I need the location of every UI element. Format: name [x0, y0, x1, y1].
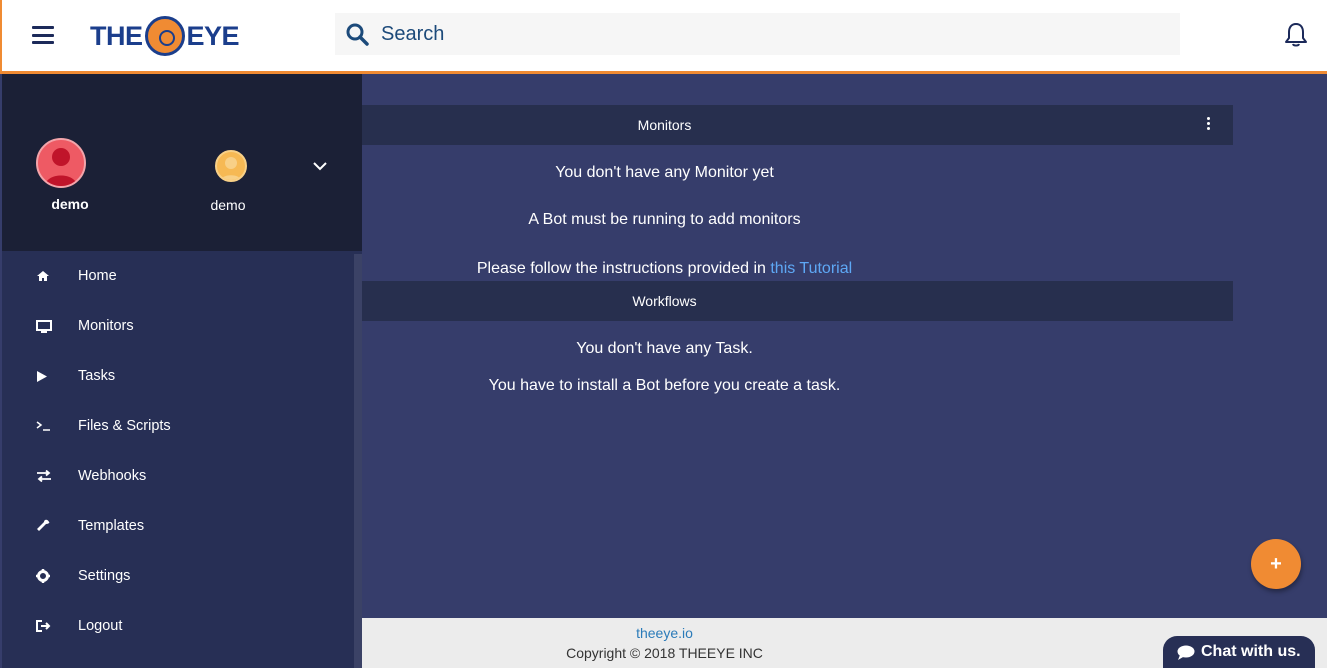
- sign-out-icon: [36, 620, 51, 632]
- exchange-icon: [37, 470, 51, 482]
- sidebar-item-label: Templates: [78, 518, 145, 534]
- terminal-icon: [36, 421, 50, 431]
- profile-panel: demo demo: [2, 74, 362, 251]
- add-button[interactable]: +: [1251, 539, 1301, 589]
- sidebar-item-label: Webhooks: [78, 468, 147, 484]
- sidebar-item-label: Settings: [78, 568, 131, 584]
- bell-icon[interactable]: [1284, 22, 1308, 48]
- monitors-panel-header: Monitors: [362, 105, 1233, 145]
- sidebar-scrollbar[interactable]: [354, 254, 362, 668]
- user-icon: [220, 157, 242, 180]
- monitors-bot-message: A Bot must be running to add monitors: [528, 211, 801, 228]
- sidebar-item-files-scripts[interactable]: Files & Scripts: [2, 401, 354, 451]
- monitors-title: Monitors: [637, 117, 692, 133]
- more-options-icon[interactable]: [1207, 117, 1211, 132]
- org-avatar[interactable]: [215, 150, 247, 182]
- sidebar-item-settings[interactable]: Settings: [2, 551, 354, 601]
- sidebar-item-label: Home: [78, 268, 117, 284]
- chat-button[interactable]: Chat with us.: [1163, 636, 1315, 668]
- sidebar-item-monitors[interactable]: Monitors: [2, 301, 354, 351]
- wrench-icon: [37, 519, 50, 531]
- menu-icon[interactable]: [32, 26, 54, 44]
- workflows-title: Workflows: [632, 293, 697, 309]
- sidebar-item-label: Monitors: [78, 318, 134, 334]
- workflows-bot-message: You have to install a Bot before you cre…: [488, 377, 841, 394]
- logo-text-left: THE: [90, 20, 143, 51]
- logo-text-right: EYE: [186, 20, 240, 51]
- sidebar-nav: Home Monitors Tasks Files & Scripts Webh…: [2, 251, 354, 651]
- monitors-instructions: Please follow the instructions provided …: [362, 260, 967, 278]
- sidebar-item-templates[interactable]: Templates: [2, 501, 354, 551]
- chat-bubble-icon: [1177, 645, 1195, 660]
- workflows-empty-message: You don't have any Task.: [576, 340, 753, 357]
- gear-icon: [36, 569, 50, 583]
- username: demo: [51, 196, 89, 212]
- play-icon: [37, 370, 47, 382]
- home-icon: [37, 271, 49, 281]
- desktop-icon: [36, 319, 52, 333]
- monitors-empty-message: You don't have any Monitor yet: [555, 164, 774, 181]
- copyright-text: Copyright © 2018 THEEYE INC: [566, 645, 763, 661]
- sidebar-item-label: Logout: [78, 618, 123, 634]
- sidebar-item-label: Files & Scripts: [78, 418, 171, 434]
- user-icon: [45, 148, 77, 186]
- sidebar-item-logout[interactable]: Logout: [2, 601, 354, 651]
- search-bar: [335, 13, 1180, 55]
- chevron-down-icon[interactable]: [312, 160, 328, 172]
- search-icon: [346, 23, 369, 46]
- sidebar-item-label: Tasks: [78, 368, 116, 384]
- eye-icon: [144, 16, 185, 56]
- instructions-text: Please follow the instructions provided …: [476, 260, 766, 277]
- sidebar: demo demo Home Monitors Tasks Files & Sc…: [2, 74, 362, 668]
- sidebar-item-home[interactable]: Home: [2, 251, 354, 301]
- organization-name: demo: [210, 197, 246, 213]
- sidebar-item-tasks[interactable]: Tasks: [2, 351, 354, 401]
- tutorial-link[interactable]: this Tutorial: [770, 260, 852, 277]
- footer-link[interactable]: theeye.io: [362, 625, 967, 641]
- chat-label: Chat with us.: [1201, 643, 1301, 660]
- top-bar: THE EYE: [0, 0, 1327, 74]
- avatar[interactable]: [36, 138, 86, 188]
- sidebar-item-webhooks[interactable]: Webhooks: [2, 451, 354, 501]
- logo[interactable]: THE EYE: [90, 12, 240, 60]
- workflows-panel-header: Workflows: [362, 281, 1233, 321]
- search-input[interactable]: [381, 22, 1141, 46]
